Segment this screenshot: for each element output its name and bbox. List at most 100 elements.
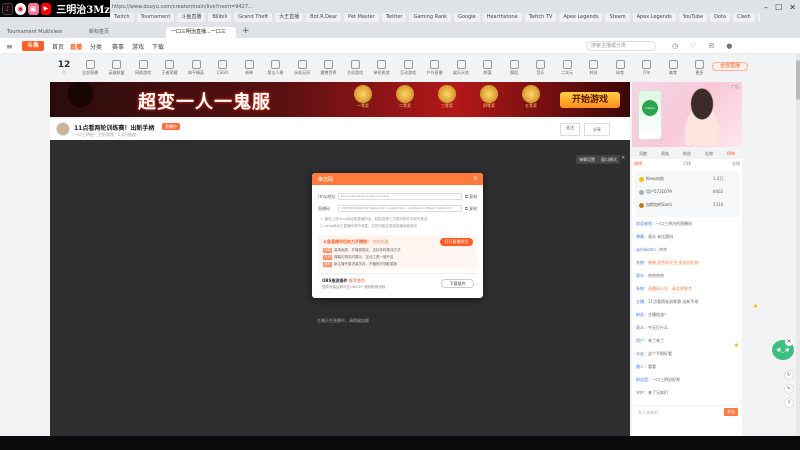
category-item[interactable]: 汽车 (635, 60, 659, 78)
category-item[interactable]: 音乐 (529, 60, 553, 78)
player-close-icon[interactable]: × (621, 155, 625, 161)
category-item[interactable]: 娱乐天地 (449, 60, 473, 78)
category-item[interactable]: 户外直播 (423, 60, 447, 78)
feedback-icon[interactable]: ✎ (784, 384, 794, 394)
bookmark-item[interactable]: Gaming Rank (409, 13, 452, 22)
menu-icon[interactable]: ≡ (6, 42, 13, 51)
tab-active[interactable]: 一口三明治直播...一口三 (166, 27, 236, 38)
back-to-top-icon[interactable]: ↑ (784, 398, 794, 408)
stream-key-field[interactable]: 2487923rh6gb3zJr?wsSecret=...&wsTime=...… (338, 205, 462, 212)
download-plugin-button[interactable]: 下载插件 (441, 279, 474, 288)
nav-live[interactable]: 直播 (70, 42, 82, 51)
avatar[interactable]: ● (726, 42, 732, 50)
tab-fans[interactable]: 粉丝 (683, 149, 691, 158)
bookmark-item[interactable]: YouTube (678, 13, 708, 22)
send-button[interactable]: 发送 (724, 408, 738, 416)
subtab-total[interactable]: 总榜 (732, 161, 740, 167)
category-item[interactable]: 网络游戏 (131, 60, 155, 78)
minimize-icon[interactable]: – (764, 3, 768, 12)
nav-download[interactable]: 下载 (152, 42, 164, 51)
bookmark-item[interactable]: Grand Theft (234, 13, 273, 22)
copy-key-button[interactable]: ⧉ 复制 (465, 206, 477, 212)
bookmark-item[interactable]: Tournament (136, 13, 175, 22)
bookmark-item[interactable]: Bot.R.Dear (306, 13, 342, 22)
scrollbar-thumb[interactable] (796, 60, 800, 100)
rtmp-field[interactable]: rtmp://sendtc3a.douyu.com/live (338, 193, 462, 200)
bookmark-item[interactable]: Hearthstone (482, 13, 522, 22)
rank-item[interactable]: 用户5721079 (639, 189, 672, 195)
start-game-button[interactable]: 开始游戏 (560, 92, 620, 108)
new-tab-button[interactable]: + (242, 26, 250, 36)
nav-home[interactable]: 首页 (52, 42, 64, 51)
tab-tournament[interactable]: Tournament Multiview (2, 27, 82, 38)
follow-icon[interactable]: ♡ (690, 42, 696, 50)
refresh-icon[interactable]: ↻ (784, 370, 794, 380)
tab-new[interactable]: 新标签页 (84, 27, 164, 38)
tab-noble[interactable]: 贵族 (661, 149, 669, 158)
category-item[interactable]: 科技 (582, 60, 606, 78)
bookmark-item[interactable]: Apex Legends (632, 13, 676, 22)
bookmark-item[interactable]: Twitter (381, 13, 407, 22)
category-item[interactable]: 美食 (661, 60, 685, 78)
category-item[interactable]: CSGO (211, 60, 235, 78)
category-item[interactable]: 单机热游 (370, 60, 394, 78)
nav-game[interactable]: 游戏 (132, 42, 144, 51)
category-item[interactable]: 互动游戏 (396, 60, 420, 78)
category-item[interactable]: 舞蹈 (502, 60, 526, 78)
bookmark-item[interactable]: 斗鱼直播 (177, 13, 206, 22)
bookmark-item[interactable]: Pet Master (344, 13, 379, 22)
share-button[interactable]: 分享 (584, 123, 610, 136)
bookmark-item[interactable]: Apex Legends (559, 13, 603, 22)
subtab-week[interactable]: 周榜 (634, 161, 642, 167)
copy-rtmp-button[interactable]: ⧉ 复制 (465, 194, 477, 200)
bookmark-item[interactable]: Twitch TV (524, 13, 557, 22)
tab-gifts[interactable]: 礼物 (705, 149, 713, 158)
tab-contribution[interactable]: 贡献 (639, 149, 647, 158)
bookmark-item[interactable]: Twitch (757, 13, 760, 22)
subtab-month[interactable]: 月榜 (683, 161, 691, 167)
follow-button[interactable]: 关注 (560, 123, 580, 136)
danmaku-settings-button[interactable]: 弹幕设置 (576, 155, 598, 164)
nav-match[interactable]: 赛事 (112, 42, 124, 51)
window-mode-button[interactable]: 窗口模式 (598, 155, 620, 164)
scrollbar[interactable] (796, 54, 800, 436)
open-assistant-button[interactable]: 打开直播伴侣 (440, 238, 473, 246)
category-item[interactable]: 原神 (237, 60, 261, 78)
category-item[interactable]: 永劫无间 (290, 60, 314, 78)
history-icon[interactable]: ◷ (672, 42, 678, 50)
all-categories-button[interactable]: 全部直播 (712, 62, 748, 71)
tab-ranking[interactable]: 榜单 (727, 149, 735, 158)
bookmark-item[interactable]: Dota (710, 13, 730, 22)
category-item[interactable]: 全部直播 (78, 60, 102, 78)
message-icon[interactable]: ✉ (708, 42, 714, 50)
nav-category[interactable]: 分类 (90, 42, 102, 51)
bookmark-item[interactable]: Google (454, 13, 480, 22)
search-input[interactable]: 搜索主播或分类 (586, 41, 656, 51)
maximize-icon[interactable]: ☐ (775, 3, 782, 12)
category-item[interactable]: 第五人格 (264, 60, 288, 78)
ad-banner[interactable]: 超变一人一鬼服 一等奖 二等奖 三等奖 四等奖 五等奖 开始游戏 (50, 82, 630, 117)
category-item[interactable]: 和平精英 (184, 60, 208, 78)
category-item[interactable]: 英雄联盟 (105, 60, 129, 78)
site-logo[interactable]: 斗鱼 (22, 41, 44, 51)
side-ad[interactable]: Dettol 广告 (632, 82, 742, 147)
rank-item[interactable]: Keep向前 (639, 176, 664, 182)
bookmark-item[interactable]: Bilibili (208, 13, 232, 22)
streamer-avatar[interactable] (56, 122, 70, 136)
category-item[interactable]: 二次元 (555, 60, 579, 78)
stream-meta: 一口三明治 · 主机游戏 · 1.2万热度 (74, 132, 136, 137)
bookmark-item[interactable]: Steam (605, 13, 630, 22)
bookmark-item[interactable]: 大王直播 (275, 13, 304, 22)
dialog-close-icon[interactable]: × (473, 175, 478, 182)
category-item[interactable]: 主机游戏 (343, 60, 367, 78)
category-item[interactable]: 王者荣耀 (158, 60, 182, 78)
category-item[interactable]: 魔兽世界 (317, 60, 341, 78)
bookmark-item[interactable]: Clash (733, 13, 755, 22)
category-item[interactable]: 更多 (688, 60, 712, 78)
category-item[interactable]: 体育 (608, 60, 632, 78)
category-item[interactable]: 颜值 (476, 60, 500, 78)
rank-item[interactable]: 加斯加的Sami (639, 202, 672, 208)
mascot-close-icon[interactable]: × (785, 338, 793, 346)
bookmark-item[interactable]: Twitch (110, 13, 134, 22)
close-icon[interactable]: ✕ (789, 3, 796, 12)
